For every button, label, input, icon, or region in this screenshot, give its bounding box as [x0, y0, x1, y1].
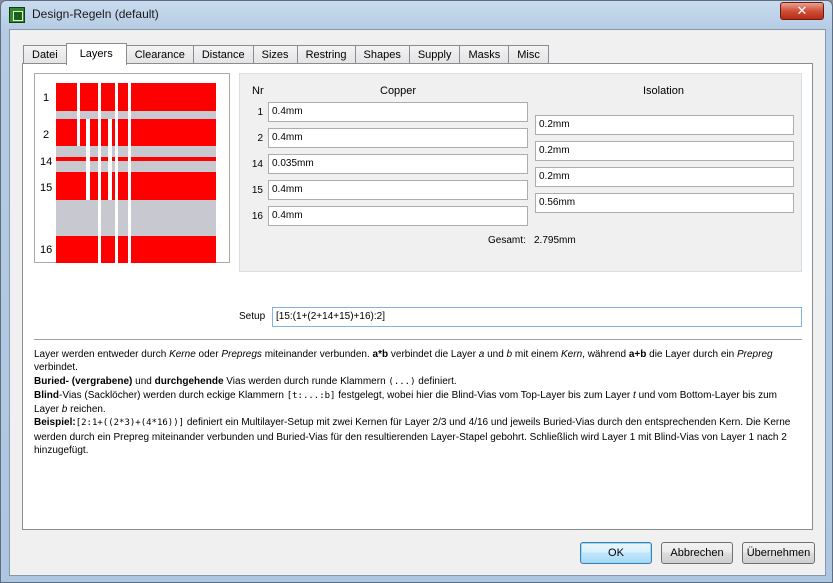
- row-nr: 16: [251, 211, 263, 222]
- cancel-button[interactable]: Abbrechen: [661, 542, 733, 564]
- window-title: Design-Regeln (default): [32, 7, 159, 21]
- copper-header: Copper: [380, 85, 417, 97]
- help-paragraph-example: Beispiel:[2:1+((2*3)+(4*16))] definiert …: [34, 417, 791, 457]
- total-label: Gesamt:: [488, 235, 526, 246]
- tab-layers[interactable]: Layers: [65, 43, 127, 65]
- via-1-16-right: [115, 83, 118, 263]
- total-value: 2.795mm: [534, 235, 576, 246]
- tab-datei[interactable]: Datei: [23, 45, 67, 64]
- isolation-field-2[interactable]: 0.2mm: [535, 141, 794, 161]
- tab-clearance[interactable]: Clearance: [125, 45, 194, 64]
- isolation-14-15: [56, 161, 216, 172]
- copper-layer-15: [56, 172, 216, 200]
- isolation-field-3[interactable]: 0.2mm: [535, 167, 794, 187]
- dialog-window: Design-Regeln (default) ✕ Datei Layers C…: [0, 0, 833, 583]
- help-paragraph-blind: Blind-Vias (Sacklöcher) werden durch eck…: [34, 389, 777, 416]
- row-nr: 14: [251, 159, 263, 170]
- layers-tab-panel: 1 2 14 15 16 Nr Copper Isolation 1 2 14 …: [22, 63, 813, 530]
- copper-field-16[interactable]: 0.4mm: [268, 206, 528, 226]
- title-bar[interactable]: Design-Regeln (default) ✕: [1, 1, 832, 29]
- setup-label: Setup: [239, 311, 266, 322]
- dialog-body: Datei Layers Clearance Distance Sizes Re…: [9, 29, 826, 576]
- copper-field-15[interactable]: 0.4mm: [268, 180, 528, 200]
- help-text: Layer werden entweder durch Kerne oder P…: [34, 348, 804, 457]
- via-through-center: [128, 83, 131, 263]
- isolation-field-4[interactable]: 0.56mm: [535, 193, 794, 213]
- copper-layer-16: [56, 236, 216, 263]
- tab-distance[interactable]: Distance: [192, 45, 254, 64]
- via-1-16-left: [98, 83, 101, 263]
- help-paragraph-cores: Layer werden entweder durch Kerne oder P…: [34, 349, 773, 374]
- apply-button[interactable]: Übernehmen: [742, 542, 815, 564]
- layer-stack-preview: 1 2 14 15 16: [34, 73, 230, 263]
- nr-header: Nr: [252, 85, 264, 97]
- row-nr: 15: [251, 185, 263, 196]
- divider: [34, 339, 802, 341]
- close-button[interactable]: ✕: [780, 2, 824, 20]
- row-nr: 1: [257, 107, 263, 118]
- copper-field-2[interactable]: 0.4mm: [268, 128, 528, 148]
- tab-sizes[interactable]: Sizes: [252, 45, 298, 64]
- tab-masks[interactable]: Masks: [459, 45, 510, 64]
- tab-bar: Datei Layers Clearance Distance Sizes Re…: [23, 43, 549, 65]
- isolation-header: Isolation: [643, 85, 684, 97]
- tab-shapes[interactable]: Shapes: [354, 45, 410, 64]
- row-nr: 2: [257, 133, 263, 144]
- via-2-15-a: [86, 119, 90, 200]
- help-paragraph-buried: Buried- (vergrabene) und durchgehende Vi…: [34, 375, 457, 387]
- tab-restring[interactable]: Restring: [296, 45, 356, 64]
- isolation-15-16: [56, 200, 216, 236]
- isolation-2-14: [56, 146, 216, 157]
- copper-layer-14: [56, 157, 216, 161]
- isolation-field-1[interactable]: 0.2mm: [535, 115, 794, 135]
- copper-field-14[interactable]: 0.035mm: [268, 154, 528, 174]
- layer-table: Nr Copper Isolation 1 2 14 15 16 0.4mm 0…: [239, 73, 802, 272]
- tab-supply[interactable]: Supply: [408, 45, 461, 64]
- via-2-15-b: [108, 119, 112, 200]
- setup-input[interactable]: [15:(1+(2+14+15)+16):2]: [272, 307, 802, 327]
- app-icon: [9, 7, 25, 23]
- layer-stack-graphic: [56, 83, 216, 263]
- ok-button[interactable]: OK: [580, 542, 652, 564]
- tab-misc[interactable]: Misc: [508, 45, 549, 64]
- copper-field-1[interactable]: 0.4mm: [268, 102, 528, 122]
- blind-via-1-2: [77, 83, 80, 146]
